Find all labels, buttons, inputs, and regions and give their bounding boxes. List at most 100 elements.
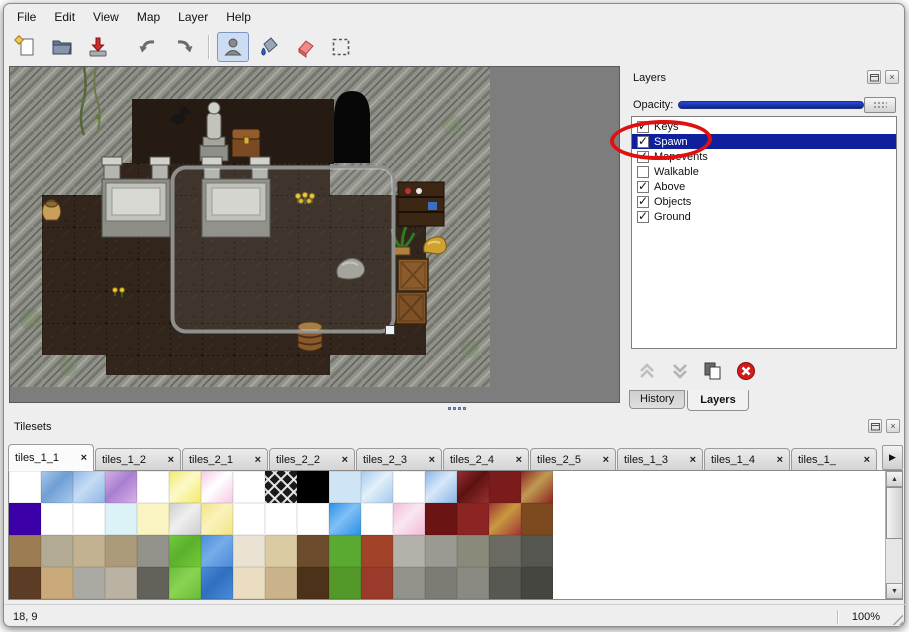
palette-tile[interactable] <box>137 567 169 599</box>
palette-tile[interactable] <box>265 503 297 535</box>
map-canvas[interactable] <box>9 66 620 403</box>
tab-close-icon[interactable]: × <box>864 454 870 466</box>
palette-tile[interactable] <box>9 567 41 599</box>
palette-tile[interactable] <box>105 567 137 599</box>
palette-tile[interactable] <box>9 471 41 503</box>
palette-tile[interactable] <box>489 535 521 567</box>
tileset-tab-tiles_1_4[interactable]: tiles_1_4× <box>704 448 790 471</box>
palette-tile[interactable] <box>201 503 233 535</box>
tileset-tab-tiles_2_3[interactable]: tiles_2_3× <box>356 448 442 471</box>
move-layer-down-button[interactable] <box>667 361 693 381</box>
float-dock-icon[interactable] <box>867 70 881 84</box>
palette-tile[interactable] <box>73 567 105 599</box>
palette-tile[interactable] <box>265 567 297 599</box>
resize-grip[interactable] <box>889 611 903 625</box>
tab-close-icon[interactable]: × <box>516 454 522 466</box>
tab-close-icon[interactable]: × <box>342 454 348 466</box>
layer-checkbox[interactable]: ✓ <box>637 181 649 193</box>
palette-tile[interactable] <box>297 503 329 535</box>
palette-tile[interactable] <box>457 535 489 567</box>
layer-checkbox[interactable]: ✓ <box>637 121 649 133</box>
palette-tile[interactable] <box>393 503 425 535</box>
palette-tile[interactable] <box>297 567 329 599</box>
undo-button[interactable] <box>132 32 164 62</box>
palette-tile[interactable] <box>457 471 489 503</box>
tab-close-icon[interactable]: × <box>429 454 435 466</box>
layer-checkbox[interactable] <box>637 166 649 178</box>
layer-row-objects[interactable]: ✓Objects <box>632 194 896 209</box>
palette-tile[interactable] <box>329 535 361 567</box>
layer-row-ground[interactable]: ✓Ground <box>632 209 896 224</box>
tile-palette[interactable]: ▲ ▼ <box>8 470 903 600</box>
tab-close-icon[interactable]: × <box>777 454 783 466</box>
palette-tile[interactable] <box>361 535 393 567</box>
palette-tile[interactable] <box>41 567 73 599</box>
palette-tile[interactable] <box>169 471 201 503</box>
layer-row-walkable[interactable]: Walkable <box>632 164 896 179</box>
palette-tile[interactable] <box>521 471 553 503</box>
palette-tile[interactable] <box>73 535 105 567</box>
palette-tile[interactable] <box>41 535 73 567</box>
layer-row-keys[interactable]: ✓Keys <box>632 119 896 134</box>
tileset-tab-tiles_2_1[interactable]: tiles_2_1× <box>182 448 268 471</box>
close-dock-icon[interactable]: × <box>885 70 899 84</box>
tab-scroll-right-button[interactable]: ▶ <box>882 445 903 470</box>
palette-tile[interactable] <box>361 471 393 503</box>
palette-tile[interactable] <box>201 471 233 503</box>
float-tilesets-icon[interactable] <box>868 419 882 433</box>
menu-view[interactable]: View <box>84 7 128 27</box>
palette-tile[interactable] <box>489 567 521 599</box>
layer-checkbox[interactable]: ✓ <box>637 211 649 223</box>
palette-tile[interactable] <box>41 503 73 535</box>
palette-tile[interactable] <box>329 567 361 599</box>
palette-tile[interactable] <box>137 503 169 535</box>
palette-tile[interactable] <box>73 471 105 503</box>
eraser-tool-button[interactable] <box>289 32 321 62</box>
layer-row-mapevents[interactable]: ✓Mapevents <box>632 149 896 164</box>
palette-tile[interactable] <box>521 503 553 535</box>
palette-tile[interactable] <box>361 567 393 599</box>
palette-tile[interactable] <box>169 535 201 567</box>
save-button[interactable] <box>82 32 114 62</box>
scroll-up-button[interactable]: ▲ <box>886 471 903 487</box>
opacity-slider[interactable] <box>678 96 896 114</box>
tab-close-icon[interactable]: × <box>255 454 261 466</box>
palette-tile[interactable] <box>9 503 41 535</box>
new-file-button[interactable] <box>10 32 42 62</box>
tab-close-icon[interactable]: × <box>81 452 87 464</box>
tileset-tab-tiles_1_2[interactable]: tiles_1_2× <box>95 448 181 471</box>
palette-tile[interactable] <box>297 535 329 567</box>
palette-tile[interactable] <box>393 471 425 503</box>
menu-layer[interactable]: Layer <box>169 7 217 27</box>
palette-tile[interactable] <box>489 503 521 535</box>
palette-tile[interactable] <box>265 535 297 567</box>
palette-tile[interactable] <box>329 471 361 503</box>
tileset-tab-tiles_1_1[interactable]: tiles_1_1× <box>8 444 94 471</box>
menu-help[interactable]: Help <box>217 7 260 27</box>
open-button[interactable] <box>46 32 78 62</box>
palette-tile[interactable] <box>425 503 457 535</box>
scrollbar-thumb[interactable] <box>886 487 903 539</box>
select-tool-button[interactable] <box>325 32 357 62</box>
palette-tile[interactable] <box>521 567 553 599</box>
tab-close-icon[interactable]: × <box>168 454 174 466</box>
palette-tile[interactable] <box>457 503 489 535</box>
fill-tool-button[interactable] <box>253 32 285 62</box>
palette-tile[interactable] <box>361 503 393 535</box>
scroll-down-button[interactable]: ▼ <box>886 583 903 599</box>
menu-map[interactable]: Map <box>128 7 169 27</box>
layer-row-spawn[interactable]: ✓Spawn <box>632 134 896 149</box>
tileset-tab-tiles_2_2[interactable]: tiles_2_2× <box>269 448 355 471</box>
palette-tile[interactable] <box>233 567 265 599</box>
opacity-slider-handle[interactable] <box>864 97 896 113</box>
palette-tile[interactable] <box>137 471 169 503</box>
palette-tile[interactable] <box>41 471 73 503</box>
move-layer-up-button[interactable] <box>634 361 660 381</box>
palette-tile[interactable] <box>201 535 233 567</box>
palette-tile[interactable] <box>393 535 425 567</box>
tab-close-icon[interactable]: × <box>603 454 609 466</box>
palette-tile[interactable] <box>233 471 265 503</box>
palette-tile[interactable] <box>201 567 233 599</box>
layer-checkbox[interactable]: ✓ <box>637 136 649 148</box>
menu-file[interactable]: File <box>8 7 45 27</box>
